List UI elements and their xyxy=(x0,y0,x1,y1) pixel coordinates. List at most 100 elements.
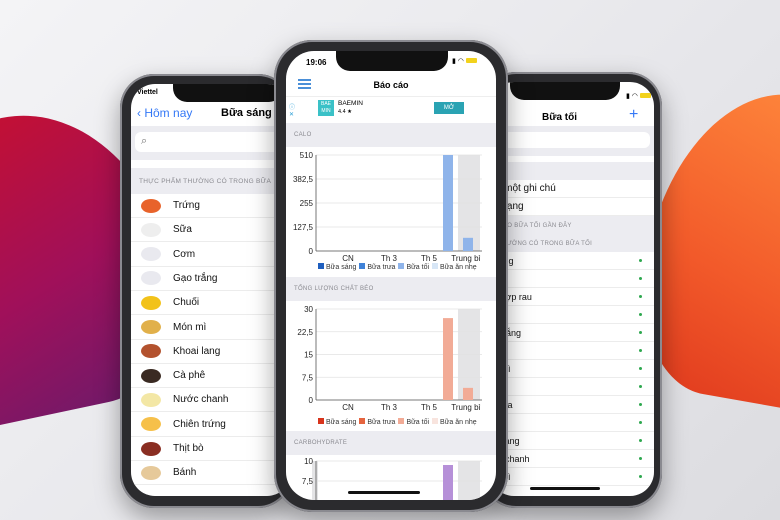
option-add-note[interactable]: m một ghi chú xyxy=(490,180,654,198)
option-identify[interactable]: n dạng xyxy=(490,198,654,216)
section-common: THỰC PHẨM THƯỜNG CÓ TRONG BỮA xyxy=(131,168,291,194)
food-label: Thịt bò xyxy=(173,443,204,454)
y-tick-label: 510 xyxy=(300,151,314,160)
noodle-icon xyxy=(141,320,161,334)
add-dot-icon xyxy=(639,367,642,370)
banana-icon xyxy=(141,295,161,310)
ad-rating: 4.4 ★ xyxy=(338,109,353,115)
food-item[interactable]: Cà phê xyxy=(131,364,291,389)
food-item[interactable]: a hợp rau xyxy=(490,288,654,306)
legend-item: Bữa trưa xyxy=(359,263,395,271)
legend-label: Bữa trưa xyxy=(367,419,396,426)
section-options: ỌN xyxy=(490,162,654,180)
y-tick-label: 22,5 xyxy=(297,328,313,337)
food-item[interactable]: gà xyxy=(490,342,654,360)
food-label: Bánh xyxy=(173,467,197,479)
milk-icon xyxy=(141,222,161,237)
food-item[interactable]: Bánh xyxy=(131,461,291,486)
screen-dinner: ▮ ◠ y Bữa tối + ỌN m một ghi chú n dạng … xyxy=(490,82,654,496)
add-icon[interactable]: + xyxy=(629,106,638,124)
add-dot-icon xyxy=(639,385,642,388)
y-tick-label: 0 xyxy=(309,396,314,405)
food-label: Món mì xyxy=(173,321,207,333)
lemonade-icon xyxy=(141,392,161,407)
y-tick-label: 127,5 xyxy=(293,223,314,232)
food-item[interactable]: trắng xyxy=(490,252,654,270)
food-item[interactable]: Sữa xyxy=(131,218,291,243)
add-dot-icon xyxy=(639,457,642,460)
x-tick-label: Trung bì xyxy=(451,403,481,412)
notch xyxy=(336,51,448,71)
food-item[interactable]: bò xyxy=(490,378,654,396)
status-time: 19:06 xyxy=(306,58,327,67)
food-item[interactable]: n trắng xyxy=(490,324,654,342)
add-dot-icon xyxy=(639,295,642,298)
back-label: Hôm nay xyxy=(144,106,193,120)
food-item[interactable]: Khoai lang xyxy=(131,340,291,364)
food-label: Chiên trứng xyxy=(173,418,226,430)
legend-item: Bữa ăn nhẹ xyxy=(432,263,477,271)
phone-right: ▮ ◠ y Bữa tối + ỌN m một ghi chú n dạng … xyxy=(482,72,662,508)
legend-item: Bữa sáng xyxy=(318,263,356,271)
food-item[interactable]: ai lang xyxy=(490,432,654,450)
legend-item: Bữa sáng xyxy=(318,418,356,426)
ad-info-icon[interactable]: ⓘ ✕ xyxy=(289,102,295,118)
screen-breakfast: Viettel ‹ Hôm nay Bữa sáng ⌕ THỰC PHẨM T… xyxy=(131,84,291,496)
x-tick-label: CN xyxy=(342,254,354,263)
notch xyxy=(173,84,283,102)
back-button[interactable]: ‹ Hôm nay xyxy=(137,106,192,120)
food-label: Cơm xyxy=(173,248,196,260)
section-calo: CALO xyxy=(286,123,496,147)
search-bar-area xyxy=(490,126,654,156)
ad-banner[interactable]: ⓘ ✕ BAE MIN BAEMIN 4.4 ★ MỞ xyxy=(286,96,496,122)
x-tick-label: Th 5 xyxy=(421,403,438,412)
bar-average xyxy=(463,387,473,400)
fried-egg-icon xyxy=(141,417,161,432)
food-item[interactable]: Chuối xyxy=(131,291,291,316)
food-item[interactable]: Nước chanh xyxy=(131,388,291,413)
food-item[interactable]: Chiên trứng xyxy=(131,413,291,437)
egg-icon xyxy=(141,198,161,213)
average-background xyxy=(458,461,480,500)
search-input[interactable] xyxy=(490,132,650,148)
legend-label: Bữa sáng xyxy=(326,419,357,426)
food-item[interactable]: Thịt bò xyxy=(131,437,291,461)
home-indicator xyxy=(348,491,420,494)
legend-label: Bữa sáng xyxy=(326,264,357,271)
bread-icon xyxy=(141,465,161,480)
food-label: Cà phê xyxy=(173,370,206,382)
food-item[interactable]: Gạo trắng xyxy=(131,267,291,291)
add-dot-icon xyxy=(639,475,642,478)
ad-open-button[interactable]: MỞ xyxy=(434,102,464,114)
food-item[interactable]: chua xyxy=(490,396,654,414)
phone-left: Viettel ‹ Hôm nay Bữa sáng ⌕ THỰC PHẨM T… xyxy=(120,74,292,508)
y-tick-label: 382,5 xyxy=(293,175,314,184)
y-tick-label: 30 xyxy=(304,305,313,314)
bar-th5 xyxy=(443,318,453,400)
food-item[interactable]: ối xyxy=(490,414,654,432)
food-label: Khoai lang xyxy=(173,345,221,357)
legend-label: Bữa tối xyxy=(406,419,430,426)
food-item[interactable]: Trứng xyxy=(131,194,291,218)
food-item[interactable]: Cơm xyxy=(131,243,291,267)
add-dot-icon xyxy=(639,259,642,262)
screen-report: 19:06 ▮ ◠ Báo cáo ⓘ ✕ BAE MIN BAEMIN 4.4 … xyxy=(286,51,496,500)
section-carbohydrate: CARBOHYDRATE xyxy=(286,431,496,455)
nav-title: Báo cáo xyxy=(373,80,409,90)
search-input[interactable]: ⌕ xyxy=(135,132,291,152)
bar-th5 xyxy=(443,465,453,500)
notch xyxy=(510,82,620,100)
food-item[interactable]: ốc chanh xyxy=(490,450,654,468)
status-icons: ▮ ◠ xyxy=(452,57,477,65)
bar-average xyxy=(463,237,473,251)
coffee-icon xyxy=(141,368,161,383)
food-item[interactable]: n xyxy=(490,270,654,288)
food-item[interactable]: h mì xyxy=(490,360,654,378)
add-dot-icon xyxy=(639,277,642,280)
food-item[interactable]: h mì xyxy=(490,468,654,486)
legend-item: Bữa tối xyxy=(398,418,429,426)
food-item[interactable]: Món mì xyxy=(131,316,291,340)
add-dot-icon xyxy=(639,403,642,406)
rice-bowl-icon xyxy=(141,247,161,262)
food-item[interactable]: ng xyxy=(490,306,654,324)
